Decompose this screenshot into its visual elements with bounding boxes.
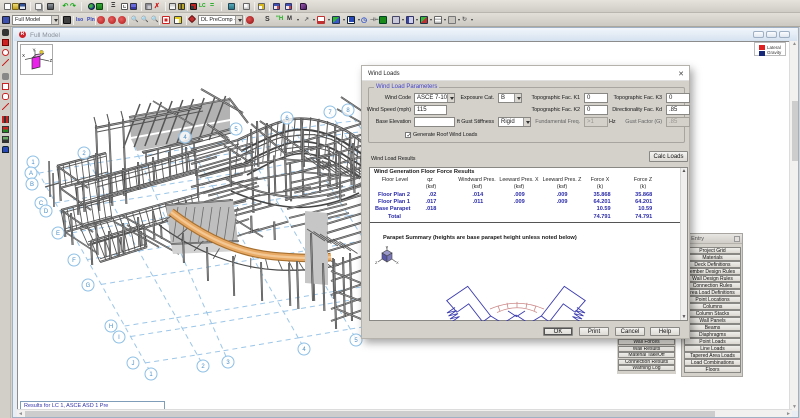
svg-text:A: A: [29, 171, 33, 177]
svg-text:Y: Y: [386, 245, 389, 250]
svg-text:Z: Z: [50, 58, 53, 63]
svg-text:G: G: [86, 283, 91, 289]
svg-text:F: F: [72, 258, 76, 264]
svg-text:E: E: [56, 231, 60, 237]
svg-text:X: X: [22, 53, 25, 58]
svg-text:D: D: [44, 209, 49, 215]
svg-text:H: H: [109, 324, 113, 330]
svg-text:J: J: [132, 361, 135, 367]
svg-text:B: B: [30, 182, 34, 188]
svg-text:X: X: [396, 260, 399, 265]
svg-text:Y: Y: [33, 48, 36, 53]
svg-text:Z: Z: [375, 260, 378, 265]
